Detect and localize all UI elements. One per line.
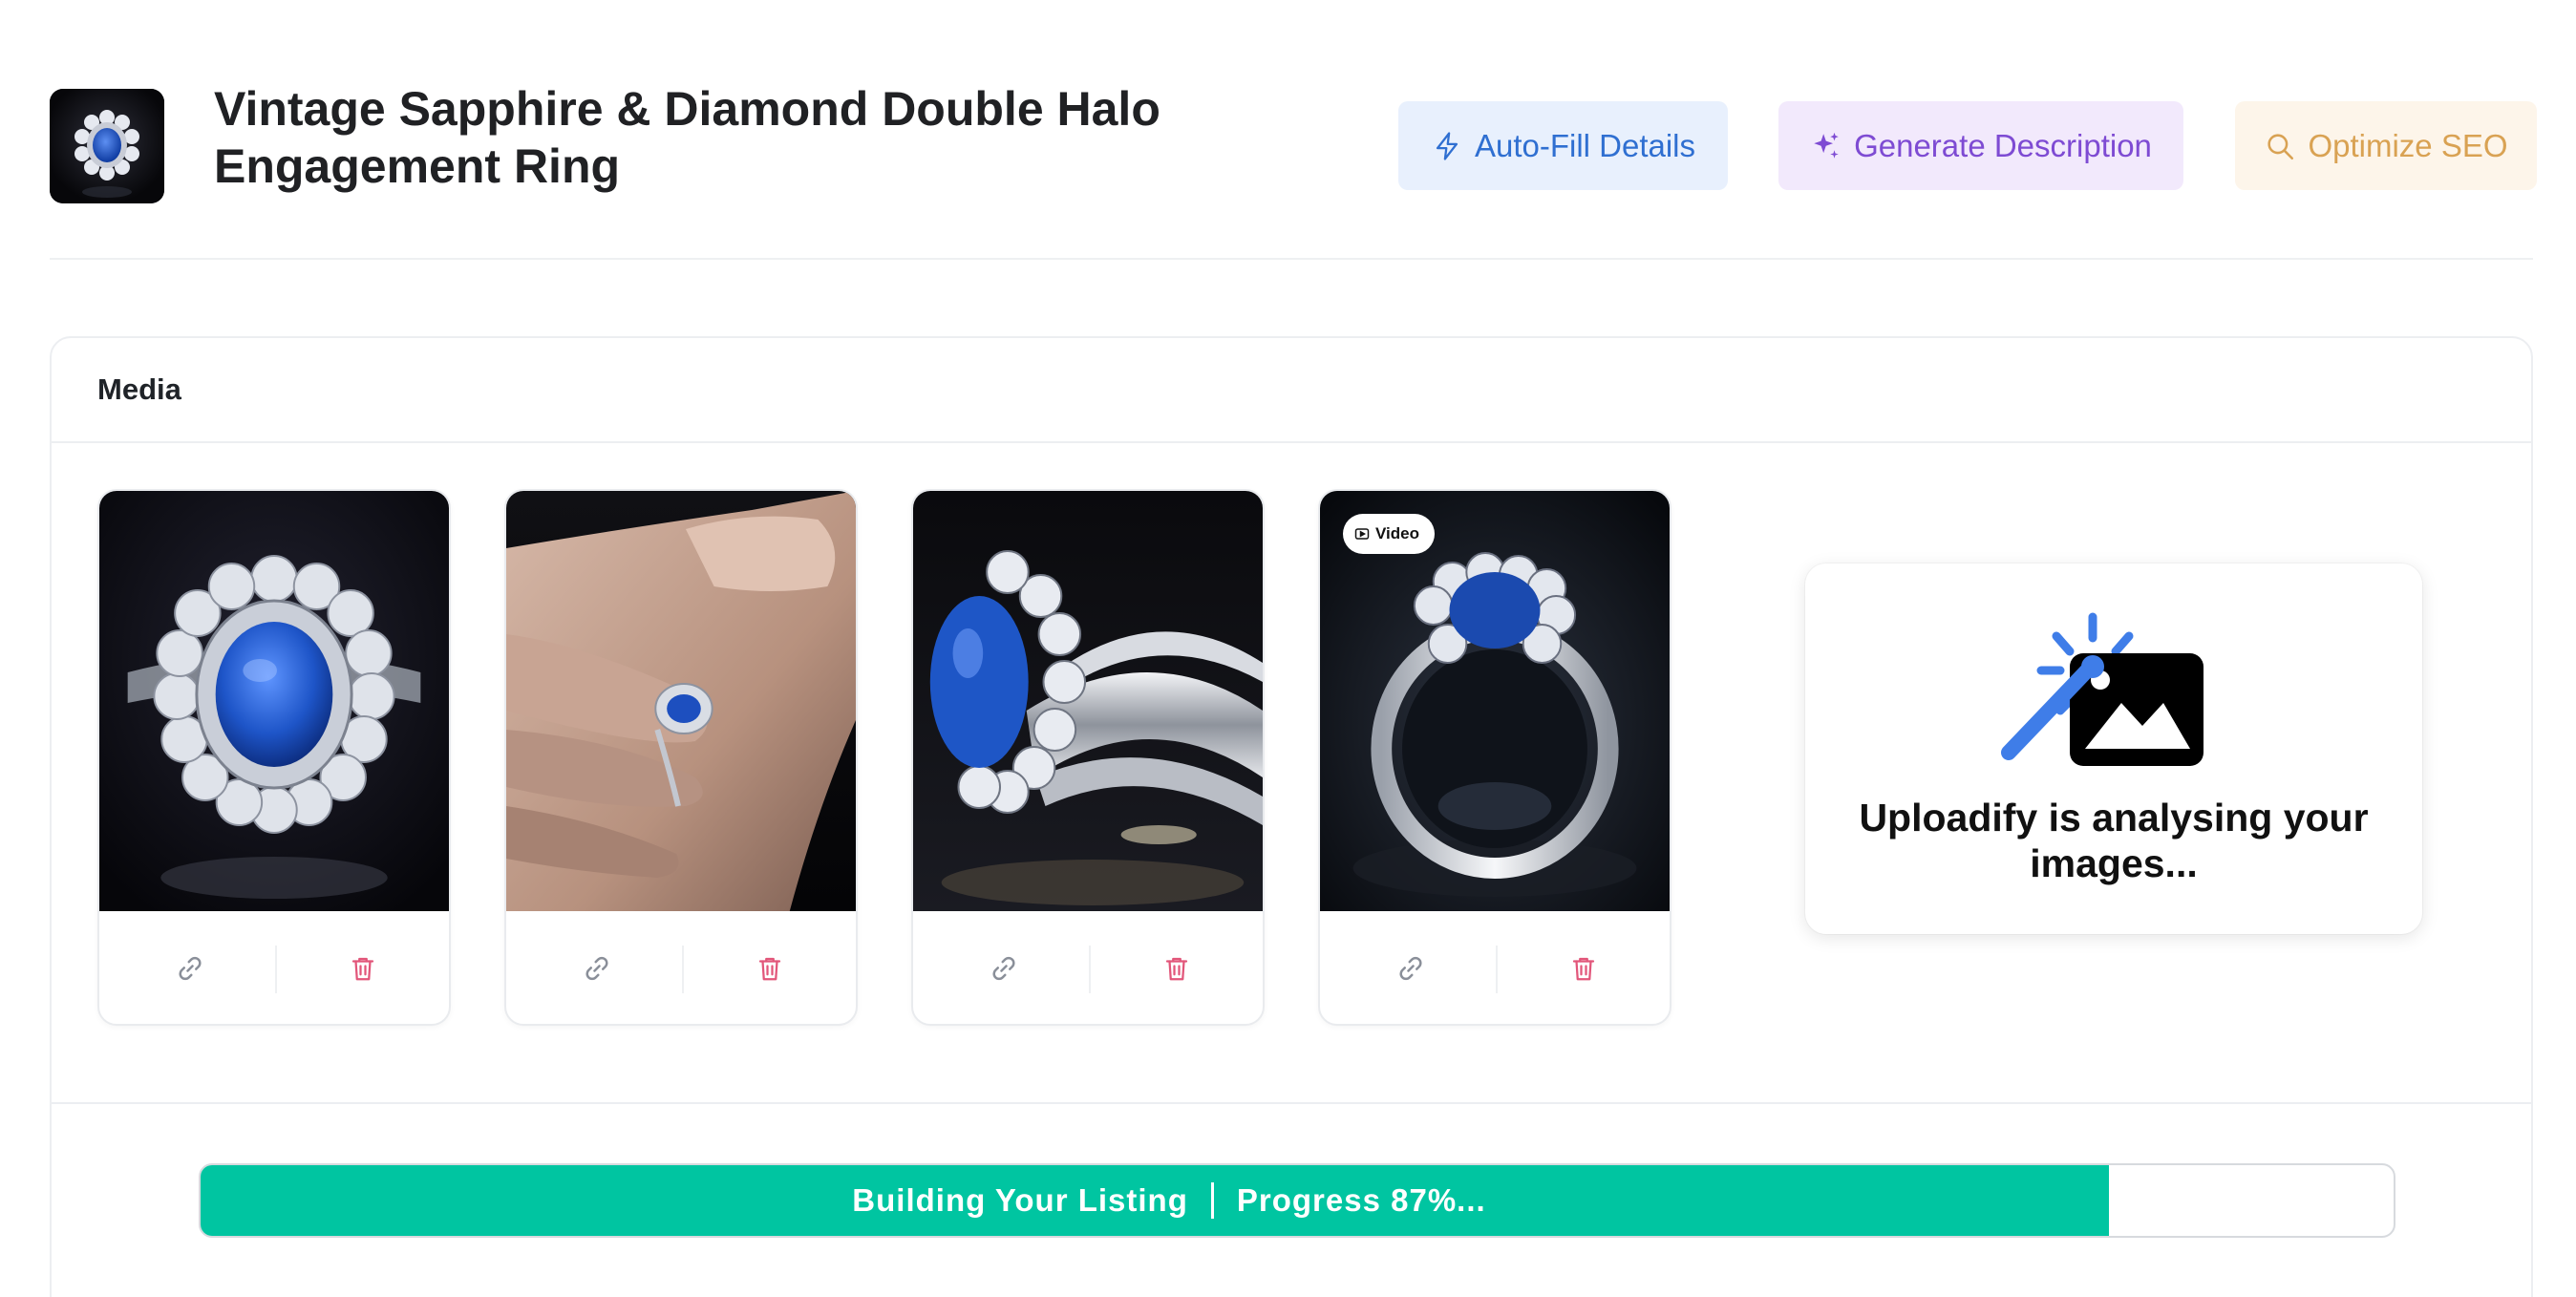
optimize-seo-label: Optimize SEO — [2308, 127, 2508, 163]
ring-thumbnail-image — [50, 89, 164, 203]
generate-description-button[interactable]: Generate Description — [1778, 101, 2183, 190]
action-separator — [1496, 946, 1498, 993]
video-badge-label: Video — [1375, 524, 1419, 542]
link-icon — [1399, 956, 1422, 981]
auto-fill-details-button[interactable]: Auto-Fill Details — [1398, 101, 1728, 190]
progress-separator — [1210, 1182, 1214, 1219]
search-icon — [2267, 133, 2294, 159]
trash-icon — [1572, 957, 1595, 981]
listing-progress-bar: Building Your Listing Progress 87%... — [199, 1163, 2395, 1238]
product-thumbnail — [50, 89, 164, 203]
magic-wand-image-icon — [2001, 612, 2203, 766]
optimize-seo-button[interactable]: Optimize SEO — [2235, 101, 2537, 190]
generate-description-label: Generate Description — [1854, 127, 2152, 163]
ring-photo[interactable] — [99, 491, 449, 911]
analysis-message: Uploadify is analysing your images... — [1859, 796, 2369, 885]
media-section-title: Media — [97, 372, 181, 406]
ring-video[interactable] — [1320, 491, 1670, 911]
sparkles-icon — [1814, 132, 1839, 159]
link-icon — [585, 956, 608, 981]
media-card-header: Media — [52, 338, 2531, 443]
progress-status: Progress 87%... — [1236, 1182, 1486, 1218]
delete-media-button[interactable] — [751, 949, 789, 988]
play-icon — [1354, 528, 1370, 540]
action-separator — [275, 946, 277, 993]
lightning-icon — [1436, 131, 1458, 160]
header-divider — [50, 258, 2533, 260]
ring-video-thumbnail — [1320, 491, 1670, 911]
media-card-divider — [52, 1102, 2531, 1104]
media-item-video[interactable]: Video — [1318, 489, 1671, 1026]
delete-media-button[interactable] — [344, 949, 382, 988]
media-item-actions — [913, 911, 1263, 1024]
action-separator — [682, 946, 684, 993]
trash-icon — [758, 957, 781, 981]
media-item[interactable] — [97, 489, 451, 1026]
media-item-actions — [1320, 911, 1670, 1024]
media-item[interactable] — [911, 489, 1265, 1026]
video-badge: Video — [1343, 514, 1435, 554]
copy-link-button[interactable] — [1392, 949, 1430, 988]
auto-fill-details-label: Auto-Fill Details — [1474, 127, 1696, 163]
copy-link-button[interactable] — [171, 949, 209, 988]
ring-on-hand-photo[interactable] — [506, 491, 856, 911]
action-separator — [1089, 946, 1091, 993]
delete-media-button[interactable] — [1158, 949, 1196, 988]
trash-icon — [351, 957, 374, 981]
link-icon — [992, 956, 1015, 981]
ring-side-photo[interactable] — [913, 491, 1263, 911]
copy-link-button[interactable] — [985, 949, 1023, 988]
trash-icon — [1165, 957, 1188, 981]
copy-link-button[interactable] — [578, 949, 616, 988]
ring-front-image — [99, 491, 449, 911]
progress-label: Building Your Listing — [852, 1182, 1188, 1218]
media-item-actions — [99, 911, 449, 1024]
media-item[interactable] — [504, 489, 858, 1026]
link-icon — [179, 956, 202, 981]
image-analysis-card: Uploadify is analysing your images... — [1805, 563, 2422, 934]
ring-hand-image — [506, 491, 856, 911]
media-item-actions — [506, 911, 856, 1024]
ring-side-image — [913, 491, 1263, 911]
delete-media-button[interactable] — [1565, 949, 1603, 988]
page-title: Vintage Sapphire & Diamond Double Halo E… — [214, 82, 1160, 193]
product-header: Vintage Sapphire & Diamond Double Halo E… — [0, 0, 2576, 260]
progress-text: Building Your Listing Progress 87%... — [201, 1165, 2138, 1236]
media-card: Media Video Uploadify is analysing your … — [50, 336, 2533, 1297]
